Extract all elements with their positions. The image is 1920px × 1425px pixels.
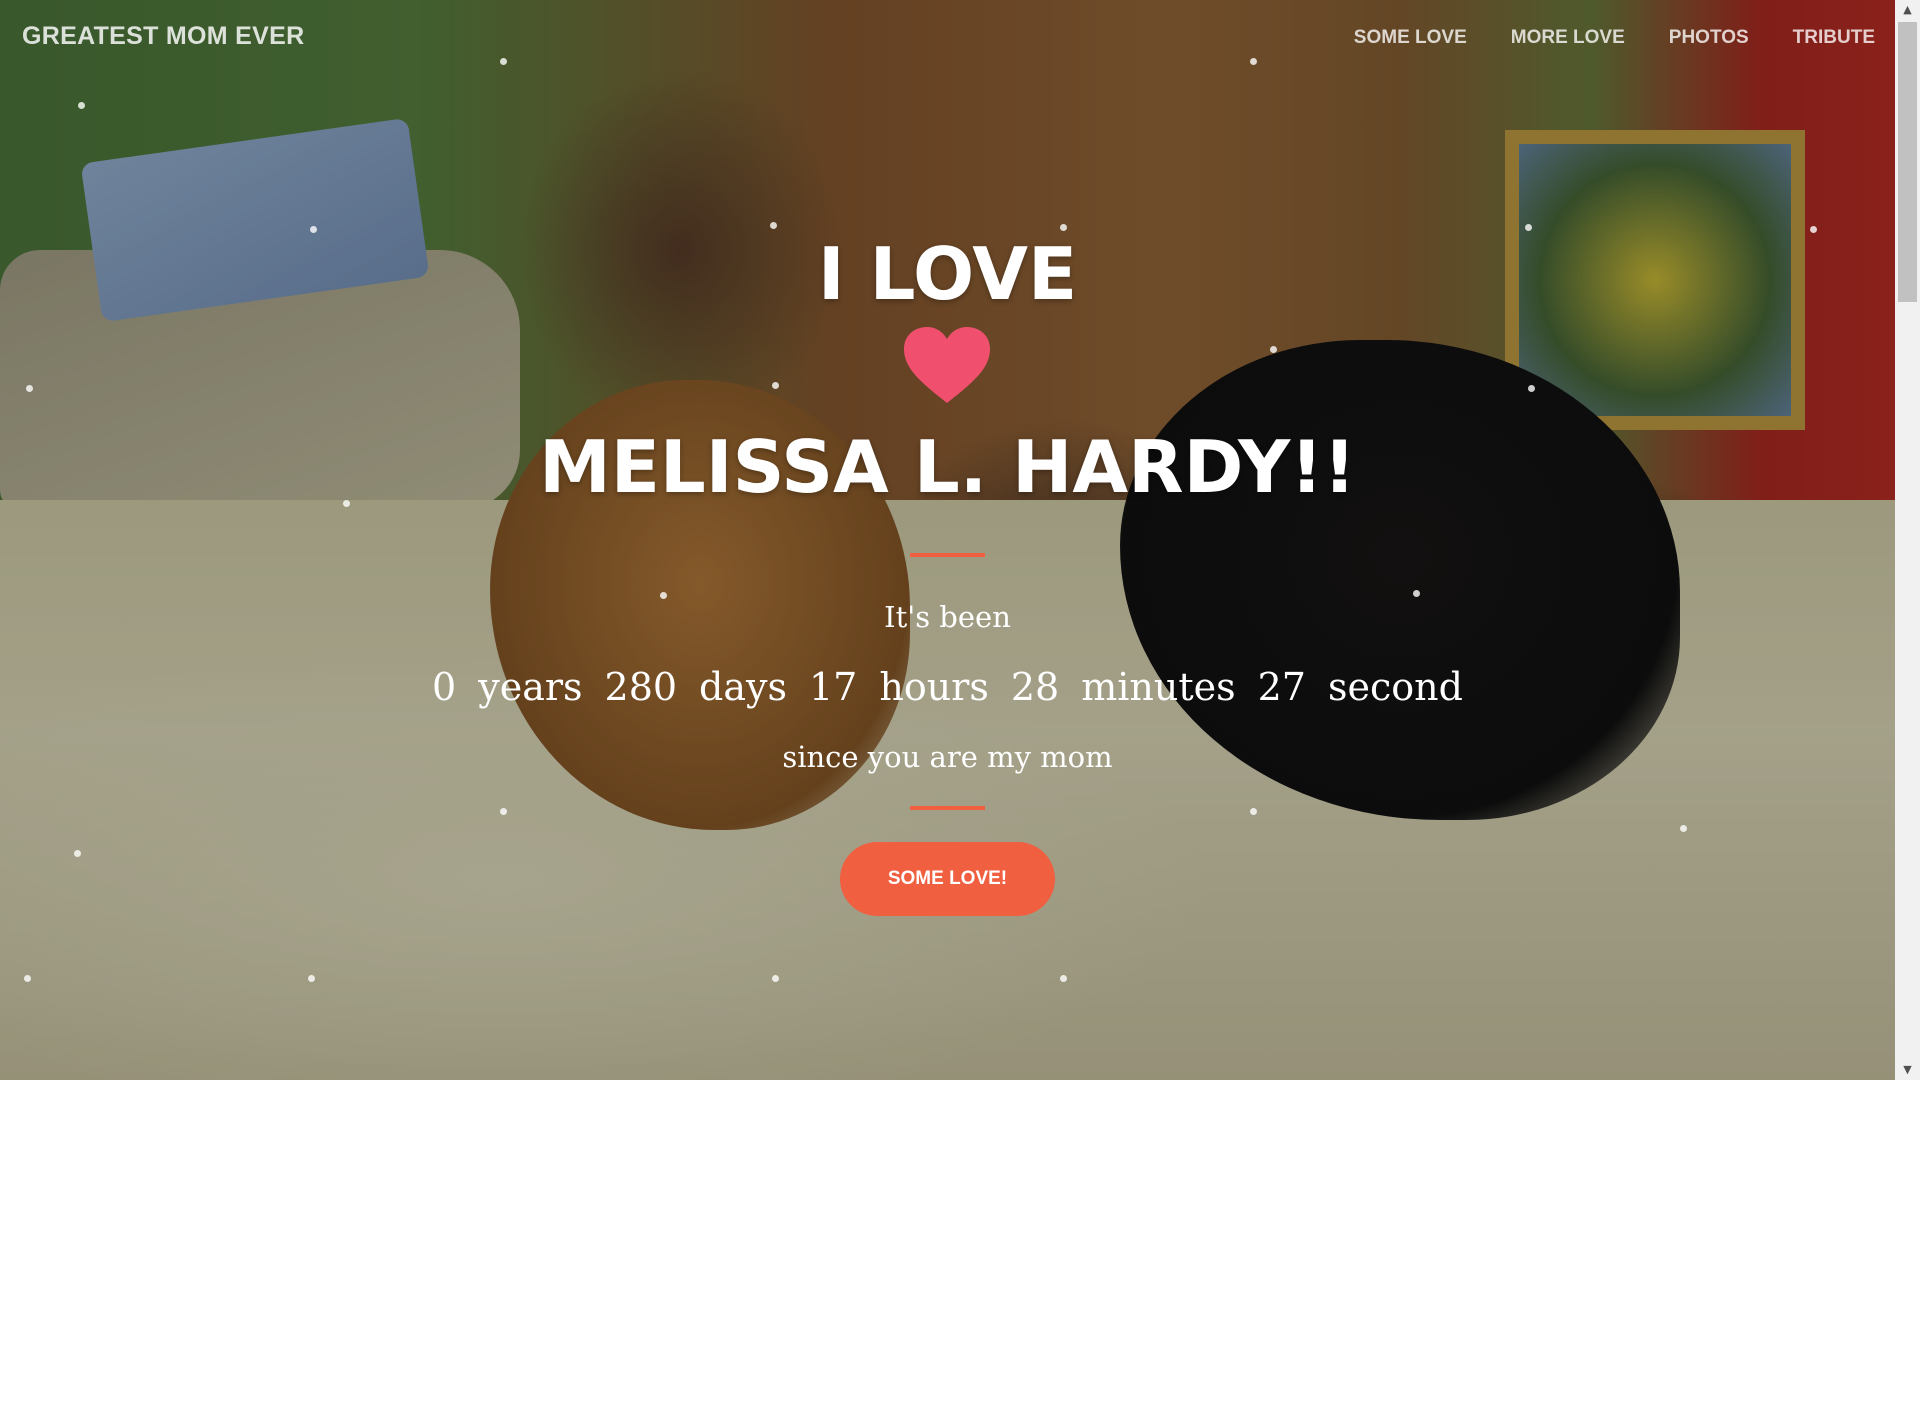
divider-top bbox=[910, 553, 985, 557]
outro-text: since you are my mom bbox=[782, 740, 1113, 774]
some-love-button[interactable]: SOME LOVE! bbox=[840, 842, 1055, 916]
counter-minutes-unit: minutes bbox=[1081, 665, 1236, 709]
counter-years-value: 0 bbox=[432, 665, 457, 709]
nav-menu: SOME LOVE MORE LOVE PHOTOS TRIBUTE bbox=[1354, 27, 1875, 49]
scroll-down-arrow-icon[interactable]: ▼ bbox=[1895, 1060, 1920, 1080]
intro-text: It's been bbox=[884, 600, 1011, 634]
counter-minutes-value: 28 bbox=[1010, 665, 1060, 709]
counter-seconds-value: 27 bbox=[1257, 665, 1306, 709]
counter-years-unit: years bbox=[478, 665, 583, 709]
hero-overlay bbox=[0, 0, 1895, 1080]
counter-hours-unit: hours bbox=[879, 665, 989, 709]
counter-days-unit: days bbox=[699, 665, 787, 709]
page-scrollbar[interactable]: ▲ ▼ bbox=[1895, 0, 1920, 1080]
nav-link-tribute[interactable]: TRIBUTE bbox=[1793, 27, 1875, 49]
site-brand[interactable]: GREATEST MOM EVER bbox=[22, 22, 304, 51]
counter-days-value: 280 bbox=[604, 665, 678, 709]
navbar: GREATEST MOM EVER SOME LOVE MORE LOVE PH… bbox=[0, 0, 1895, 76]
counter-hours-value: 17 bbox=[809, 665, 858, 709]
heart-icon bbox=[904, 327, 990, 403]
divider-bottom bbox=[910, 806, 985, 810]
nav-link-photos[interactable]: PHOTOS bbox=[1669, 27, 1749, 49]
hero-section: GREATEST MOM EVER SOME LOVE MORE LOVE PH… bbox=[0, 0, 1895, 1080]
scroll-up-arrow-icon[interactable]: ▲ bbox=[1895, 0, 1920, 20]
counter-seconds-unit: second bbox=[1327, 665, 1463, 709]
heading-i-love: I LOVE bbox=[817, 232, 1078, 316]
scrollbar-thumb[interactable] bbox=[1898, 22, 1917, 302]
nav-link-some-love[interactable]: SOME LOVE bbox=[1354, 27, 1467, 49]
heading-mom-name: MELISSA L. HARDY!! bbox=[539, 425, 1356, 509]
time-counter: 0 years 280 days 17 hours 28 minutes 27 … bbox=[0, 665, 1895, 709]
nav-link-more-love[interactable]: MORE LOVE bbox=[1511, 27, 1625, 49]
